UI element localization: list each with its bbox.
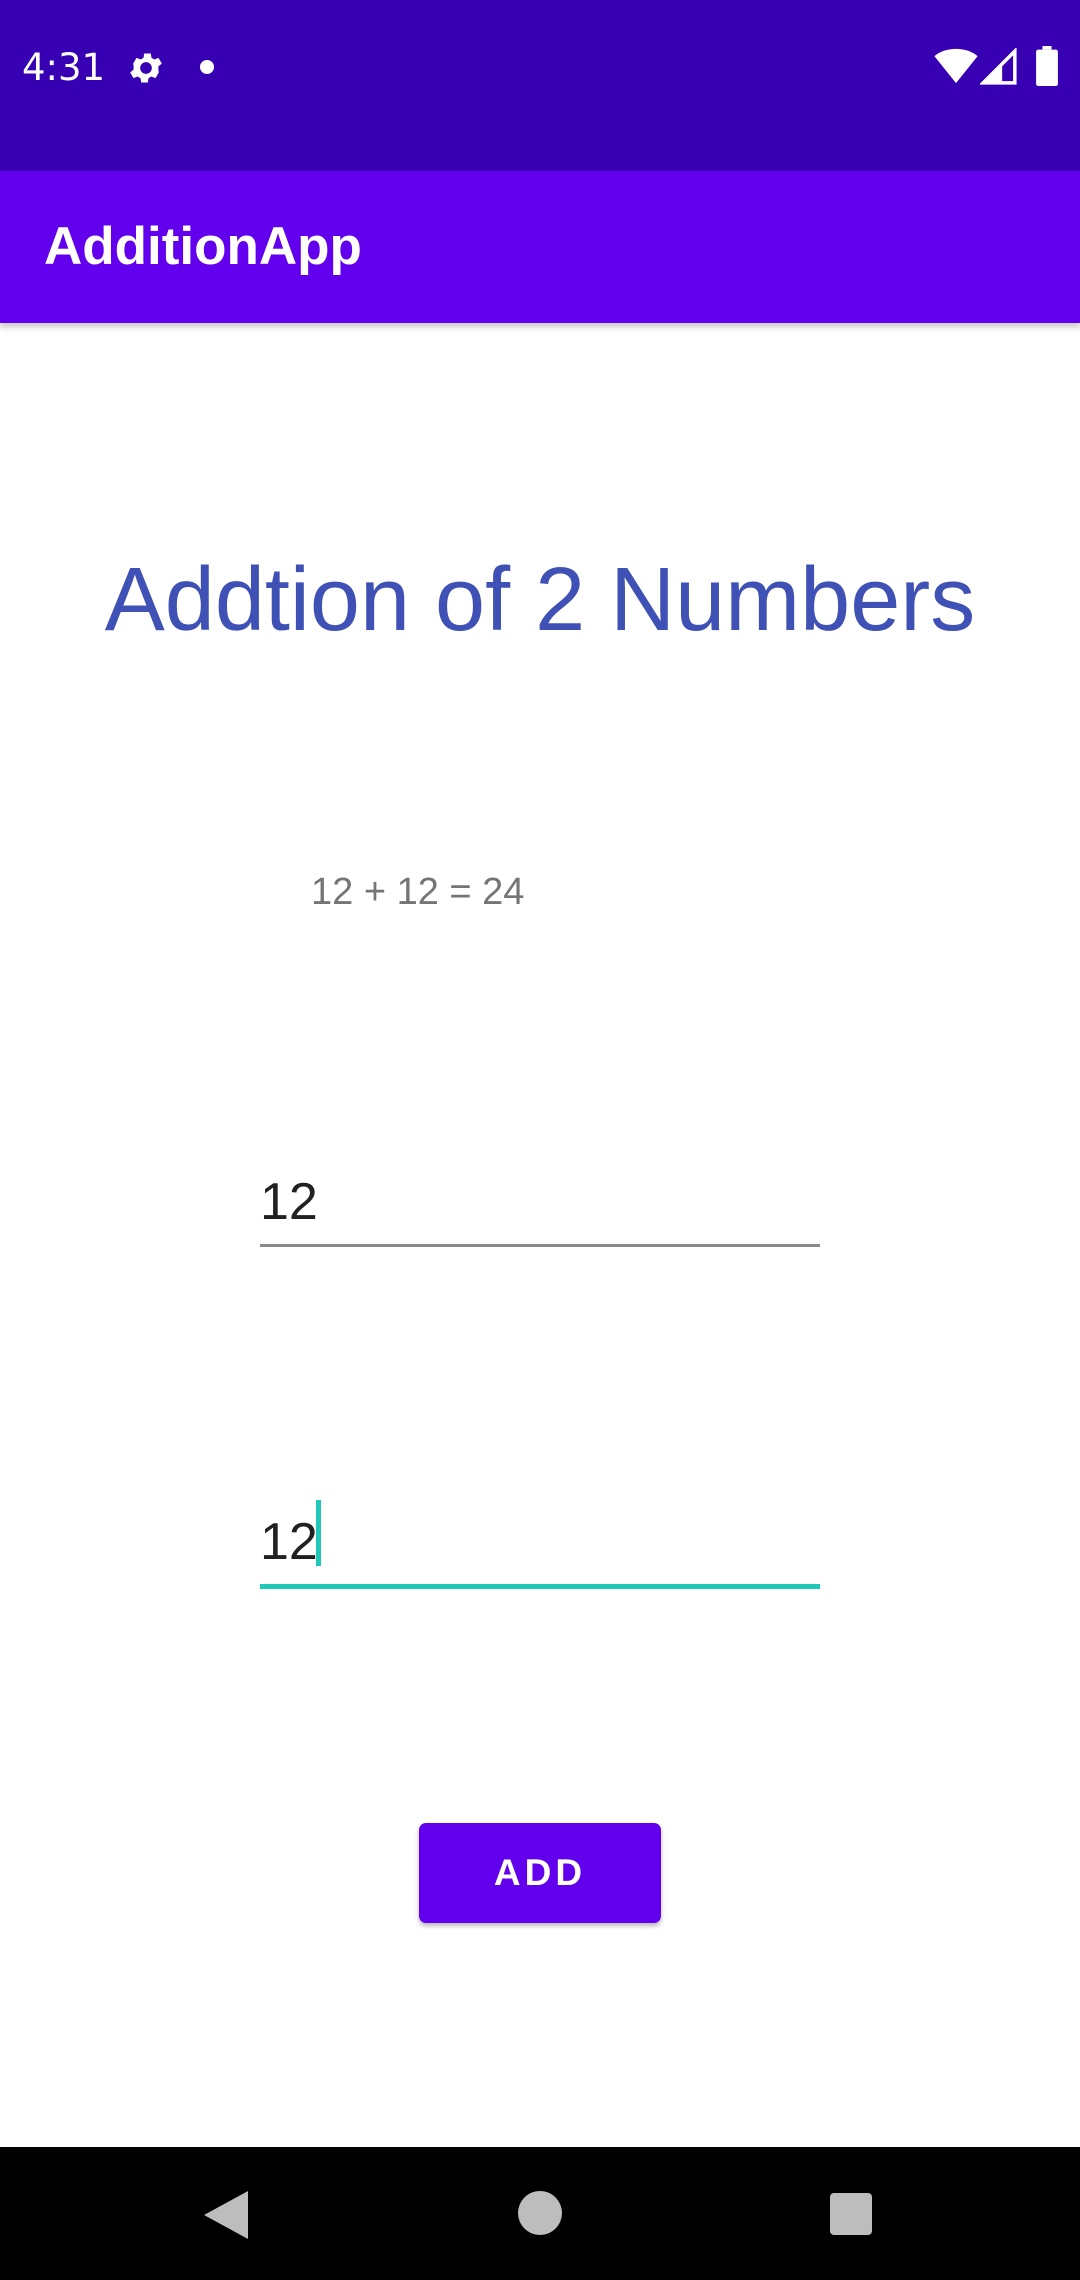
battery-icon bbox=[1036, 46, 1058, 86]
gear-icon bbox=[130, 53, 162, 83]
text-cursor bbox=[316, 1500, 321, 1566]
recents-icon[interactable] bbox=[830, 2193, 872, 2235]
wifi-icon bbox=[934, 48, 978, 84]
back-icon[interactable] bbox=[204, 2191, 248, 2239]
home-icon[interactable] bbox=[518, 2191, 562, 2235]
app-title: AdditionApp bbox=[44, 217, 362, 276]
app-bar: AdditionApp bbox=[0, 171, 1080, 323]
add-button[interactable]: ADD bbox=[419, 1823, 661, 1923]
status-bar: 4:31 bbox=[0, 0, 1080, 171]
page-heading: Addtion of 2 Numbers bbox=[104, 550, 976, 650]
second-number-input[interactable] bbox=[260, 1500, 820, 1589]
navigation-bar bbox=[0, 2147, 1080, 2280]
first-number-input[interactable] bbox=[260, 1160, 820, 1247]
notification-dot-icon bbox=[200, 60, 214, 74]
cell-signal-icon bbox=[980, 48, 1017, 85]
screen: 4:31 AdditionApp Addtion of 2 Numbers 12… bbox=[0, 0, 1080, 2280]
status-time: 4:31 bbox=[22, 46, 106, 89]
result-text: 12 + 12 = 24 bbox=[311, 871, 525, 913]
